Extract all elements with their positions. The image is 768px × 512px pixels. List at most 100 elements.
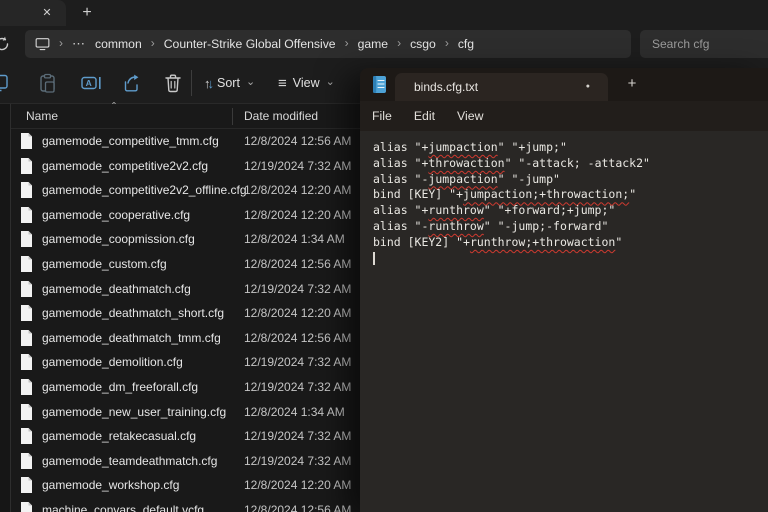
file-name: gamemode_custom.cfg bbox=[42, 252, 167, 277]
chevron-right-icon[interactable]: › bbox=[59, 36, 63, 50]
file-date-modified: 12/19/2024 7:32 AM bbox=[244, 277, 351, 302]
breadcrumb-item[interactable]: game bbox=[358, 37, 389, 51]
code-text: " "+jump;" bbox=[498, 140, 567, 154]
file-name: gamemode_coopmission.cfg bbox=[42, 227, 195, 252]
menu-item-edit[interactable]: Edit bbox=[403, 101, 446, 131]
breadcrumb-item[interactable]: csgo bbox=[410, 37, 436, 51]
misspelled-text: runthrow;+throwaction bbox=[470, 235, 615, 249]
search-box bbox=[640, 30, 768, 58]
file-icon bbox=[20, 404, 33, 420]
file-icon bbox=[20, 502, 33, 512]
file-date-modified: 12/19/2024 7:32 AM bbox=[244, 375, 351, 400]
file-icon bbox=[20, 182, 33, 198]
file-icon bbox=[20, 305, 33, 321]
file-name: gamemode_deathmatch_tmm.cfg bbox=[42, 326, 221, 351]
breadcrumb-item[interactable]: Counter-Strike Global Offensive bbox=[164, 37, 336, 51]
file-icon bbox=[20, 379, 33, 395]
refresh-icon[interactable] bbox=[0, 34, 12, 54]
file-name: gamemode_retakecasual.cfg bbox=[42, 424, 196, 449]
code-text: " bbox=[629, 187, 636, 201]
rename-icon[interactable]: A bbox=[80, 72, 102, 94]
column-header-date-modified[interactable]: Date modified bbox=[244, 104, 318, 129]
code-text: alias "+ bbox=[373, 140, 428, 154]
breadcrumb-items: common › Counter-Strike Global Offensive › g… bbox=[95, 37, 474, 51]
column-header-name[interactable]: Name bbox=[26, 104, 58, 129]
explorer-tab-bar: ✕ + bbox=[0, 0, 768, 26]
svg-text:A: A bbox=[85, 78, 91, 88]
file-name: gamemode_teamdeathmatch.cfg bbox=[42, 449, 217, 474]
file-name: gamemode_new_user_training.cfg bbox=[42, 400, 226, 425]
file-icon bbox=[20, 133, 33, 149]
menu-item-view[interactable]: View bbox=[446, 101, 494, 131]
file-name: gamemode_deathmatch_short.cfg bbox=[42, 301, 224, 326]
chevron-right-icon[interactable]: › bbox=[397, 36, 401, 50]
view-dropdown[interactable]: ≡ View ⌄ bbox=[278, 70, 335, 96]
file-icon bbox=[20, 256, 33, 272]
editor-line: bind [KEY] "+jumpaction;+throwaction;" bbox=[373, 187, 768, 203]
this-pc-icon[interactable] bbox=[35, 37, 50, 51]
file-icon bbox=[20, 158, 33, 174]
file-date-modified: 12/8/2024 12:56 AM bbox=[244, 326, 351, 351]
notepad-text-area[interactable]: alias "+jumpaction" "+jump;"alias "+thro… bbox=[360, 131, 768, 512]
file-name: gamemode_deathmatch.cfg bbox=[42, 277, 191, 302]
chevron-right-icon[interactable]: › bbox=[345, 36, 349, 50]
chevron-right-icon[interactable]: › bbox=[445, 36, 449, 50]
file-date-modified: 12/8/2024 12:20 AM bbox=[244, 203, 351, 228]
new-tab-icon[interactable]: + bbox=[76, 2, 98, 24]
misspelled-text: runthrow bbox=[428, 203, 483, 217]
toolbar-divider bbox=[191, 70, 192, 96]
unsaved-changes-indicator: ● bbox=[586, 73, 590, 101]
editor-line: alias "+throwaction" "-attack; -attack2" bbox=[373, 156, 768, 172]
copy-icon[interactable] bbox=[0, 72, 11, 94]
editor-line: alias "+runthrow" "+forward;+jump;" bbox=[373, 203, 768, 219]
delete-icon[interactable] bbox=[162, 72, 184, 94]
explorer-active-tab[interactable]: ✕ bbox=[0, 0, 66, 26]
notepad-menu-bar: FileEditView bbox=[360, 101, 768, 131]
search-input[interactable] bbox=[640, 30, 768, 58]
file-name: gamemode_demolition.cfg bbox=[42, 350, 183, 375]
sort-ascending-icon: ˆ bbox=[112, 100, 116, 114]
column-divider[interactable] bbox=[232, 108, 233, 125]
editor-lines: alias "+jumpaction" "+jump;"alias "+thro… bbox=[373, 140, 768, 266]
notepad-app-icon bbox=[372, 75, 387, 94]
share-icon[interactable] bbox=[121, 72, 143, 94]
file-name: gamemode_cooperative.cfg bbox=[42, 203, 190, 228]
close-tab-icon[interactable]: ✕ bbox=[38, 4, 56, 22]
explorer-address-bar-row: › ⋯ common › Counter-Strike Global Offensi… bbox=[0, 26, 768, 62]
notepad-document-tab[interactable]: binds.cfg.txt ● bbox=[395, 73, 608, 101]
misspelled-text: jumpaction bbox=[428, 172, 497, 186]
screen: ✕ + › ⋯ common › Counter-Strike Global Off… bbox=[0, 0, 768, 512]
file-date-modified: 12/8/2024 12:56 AM bbox=[244, 252, 351, 277]
file-icon bbox=[20, 281, 33, 297]
view-icon: ≡ bbox=[278, 75, 287, 92]
sort-dropdown[interactable]: ↑↓ Sort ⌄ bbox=[204, 70, 255, 96]
breadcrumb: › ⋯ common › Counter-Strike Global Offensi… bbox=[25, 30, 631, 58]
notepad-new-tab-icon[interactable]: + bbox=[620, 72, 644, 96]
code-text: " "-jump;-forward" bbox=[484, 219, 609, 233]
notepad-title-bar: binds.cfg.txt ● + bbox=[360, 68, 768, 101]
file-date-modified: 12/8/2024 12:56 AM bbox=[244, 498, 351, 512]
misspelled-text: runthrow bbox=[428, 219, 483, 233]
file-date-modified: 12/8/2024 1:34 AM bbox=[244, 400, 345, 425]
code-text: alias "- bbox=[373, 219, 428, 233]
notepad-window: binds.cfg.txt ● + FileEditView alias "+j… bbox=[360, 68, 768, 512]
breadcrumb-item[interactable]: cfg bbox=[458, 37, 474, 51]
chevron-right-icon[interactable]: › bbox=[151, 36, 155, 50]
paste-icon[interactable] bbox=[36, 72, 58, 94]
code-text: alias "+ bbox=[373, 156, 428, 170]
file-name: machine_convars_default.vcfg bbox=[42, 498, 204, 512]
menu-item-file[interactable]: File bbox=[361, 101, 403, 131]
breadcrumb-item[interactable]: common bbox=[95, 37, 142, 51]
code-text: " "-attack; -attack2" bbox=[505, 156, 650, 170]
sort-label: Sort bbox=[217, 76, 240, 90]
file-icon bbox=[20, 231, 33, 247]
file-name: gamemode_workshop.cfg bbox=[42, 473, 179, 498]
text-cursor bbox=[373, 252, 375, 265]
editor-line bbox=[373, 251, 768, 267]
breadcrumb-ellipsis[interactable]: ⋯ bbox=[72, 36, 86, 52]
file-date-modified: 12/19/2024 7:32 AM bbox=[244, 350, 351, 375]
code-text: bind [KEY2] "+ bbox=[373, 235, 470, 249]
file-icon bbox=[20, 428, 33, 444]
editor-line: alias "-jumpaction" "-jump" bbox=[373, 172, 768, 188]
file-date-modified: 12/19/2024 7:32 AM bbox=[244, 424, 351, 449]
